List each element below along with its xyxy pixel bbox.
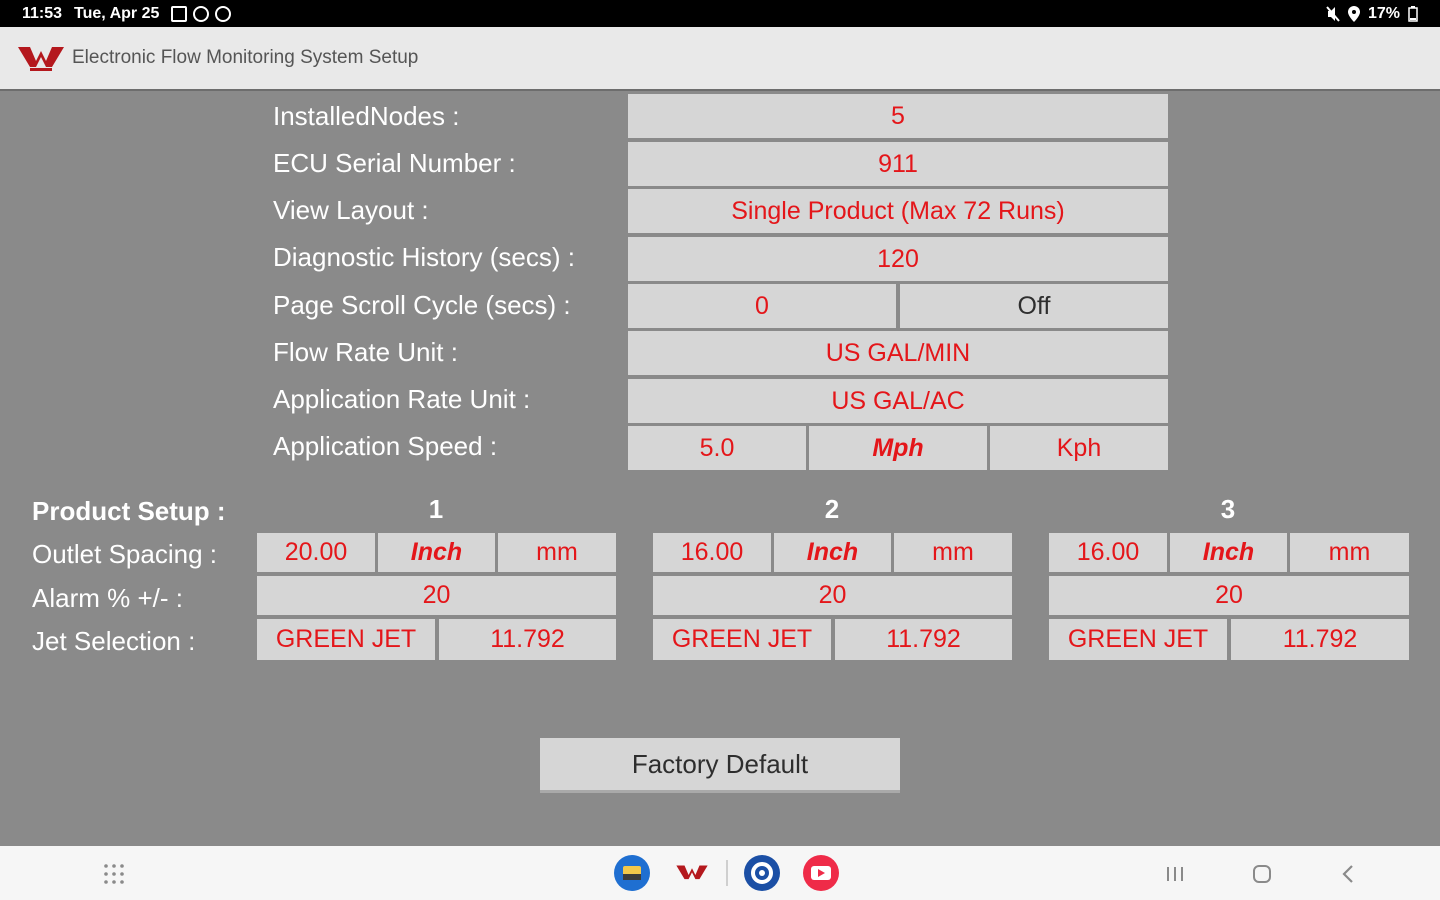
- status-date: Tue, Apr 25: [74, 4, 160, 22]
- product-3-jet-value[interactable]: 11.792: [1231, 619, 1409, 660]
- product-3-jet-select[interactable]: GREEN JET: [1049, 619, 1227, 660]
- product-1-alarm-field[interactable]: 20: [257, 576, 616, 615]
- product-3-inch-button[interactable]: Inch: [1170, 533, 1287, 572]
- app-rate-unit-label: Application Rate Unit :: [273, 384, 531, 414]
- product-2-alarm-field[interactable]: 20: [653, 576, 1012, 615]
- view-layout-label: View Layout :: [273, 195, 429, 225]
- app-rate-unit-field[interactable]: US GAL/AC: [628, 379, 1168, 423]
- speed-unit-kph-button[interactable]: Kph: [990, 426, 1168, 470]
- system-nav-bar: [0, 846, 1440, 900]
- page-scroll-label: Page Scroll Cycle (secs) :: [273, 290, 571, 320]
- product-1-mm-button[interactable]: mm: [498, 533, 616, 572]
- flow-app-icon[interactable]: [673, 856, 711, 890]
- brand-logo-icon: [18, 47, 64, 71]
- dock-divider: [726, 860, 728, 886]
- product-2-jet-select[interactable]: GREEN JET: [653, 619, 831, 660]
- page-scroll-off-toggle[interactable]: Off: [900, 284, 1168, 328]
- product-1-spacing-field[interactable]: 20.00: [257, 533, 375, 572]
- product-1-jet-select[interactable]: GREEN JET: [257, 619, 435, 660]
- page-title: Electronic Flow Monitoring System Setup: [72, 47, 419, 68]
- view-layout-field[interactable]: Single Product (Max 72 Runs): [628, 189, 1168, 233]
- flow-rate-unit-label: Flow Rate Unit :: [273, 337, 458, 367]
- product-3-mm-button[interactable]: mm: [1290, 533, 1409, 572]
- product-1-inch-button[interactable]: Inch: [378, 533, 495, 572]
- product-3-alarm-field[interactable]: 20: [1049, 576, 1409, 615]
- product-2-inch-button[interactable]: Inch: [774, 533, 891, 572]
- installed-nodes-field[interactable]: 5: [628, 94, 1168, 138]
- product-2-spacing-field[interactable]: 16.00: [653, 533, 771, 572]
- mute-icon: [1326, 5, 1340, 22]
- settings-status-icon: [215, 5, 232, 22]
- app-speed-label: Application Speed :: [273, 431, 498, 461]
- app-title-bar: Electronic Flow Monitoring System Setup: [0, 27, 1440, 91]
- gallery-icon: [171, 5, 188, 22]
- jet-selection-label: Jet Selection :: [32, 626, 196, 656]
- flow-rate-unit-field[interactable]: US GAL/MIN: [628, 331, 1168, 375]
- speed-unit-mph-button[interactable]: Mph: [809, 426, 987, 470]
- youtube-app-icon[interactable]: [802, 854, 840, 892]
- installed-nodes-label: InstalledNodes :: [273, 101, 460, 131]
- diagnostic-history-field[interactable]: 120: [628, 237, 1168, 281]
- recent-apps-icon[interactable]: [1161, 860, 1189, 888]
- files-app-icon[interactable]: [613, 854, 651, 892]
- status-time: 11:53: [22, 4, 63, 22]
- battery-level: 17%: [1367, 4, 1400, 22]
- product-1-header: 1: [428, 494, 444, 524]
- product-2-header: 2: [824, 494, 840, 524]
- outlet-spacing-label: Outlet Spacing :: [32, 539, 217, 569]
- app-speed-field[interactable]: 5.0: [628, 426, 806, 470]
- product-3-header: 3: [1220, 494, 1236, 524]
- factory-default-button[interactable]: Factory Default: [540, 738, 900, 793]
- location-icon: [1347, 5, 1360, 22]
- product-setup-title: Product Setup :: [32, 496, 226, 526]
- product-1-jet-value[interactable]: 11.792: [439, 619, 616, 660]
- page-scroll-field[interactable]: 0: [628, 284, 896, 328]
- product-2-jet-value[interactable]: 11.792: [835, 619, 1012, 660]
- ecu-serial-label: ECU Serial Number :: [273, 148, 516, 178]
- back-icon[interactable]: [1334, 860, 1362, 888]
- diagnostic-history-label: Diagnostic History (secs) :: [273, 242, 575, 272]
- alarm-label: Alarm % +/- :: [32, 583, 183, 613]
- settings-app-icon[interactable]: [743, 854, 781, 892]
- product-2-mm-button[interactable]: mm: [894, 533, 1012, 572]
- ecu-serial-field[interactable]: 911: [628, 142, 1168, 186]
- sync-icon: [193, 5, 210, 22]
- app-drawer-icon[interactable]: [100, 860, 128, 888]
- status-bar: 11:53 Tue, Apr 25 17%: [0, 0, 1440, 27]
- battery-icon: [1408, 5, 1418, 22]
- product-3-spacing-field[interactable]: 16.00: [1049, 533, 1167, 572]
- home-icon[interactable]: [1248, 860, 1276, 888]
